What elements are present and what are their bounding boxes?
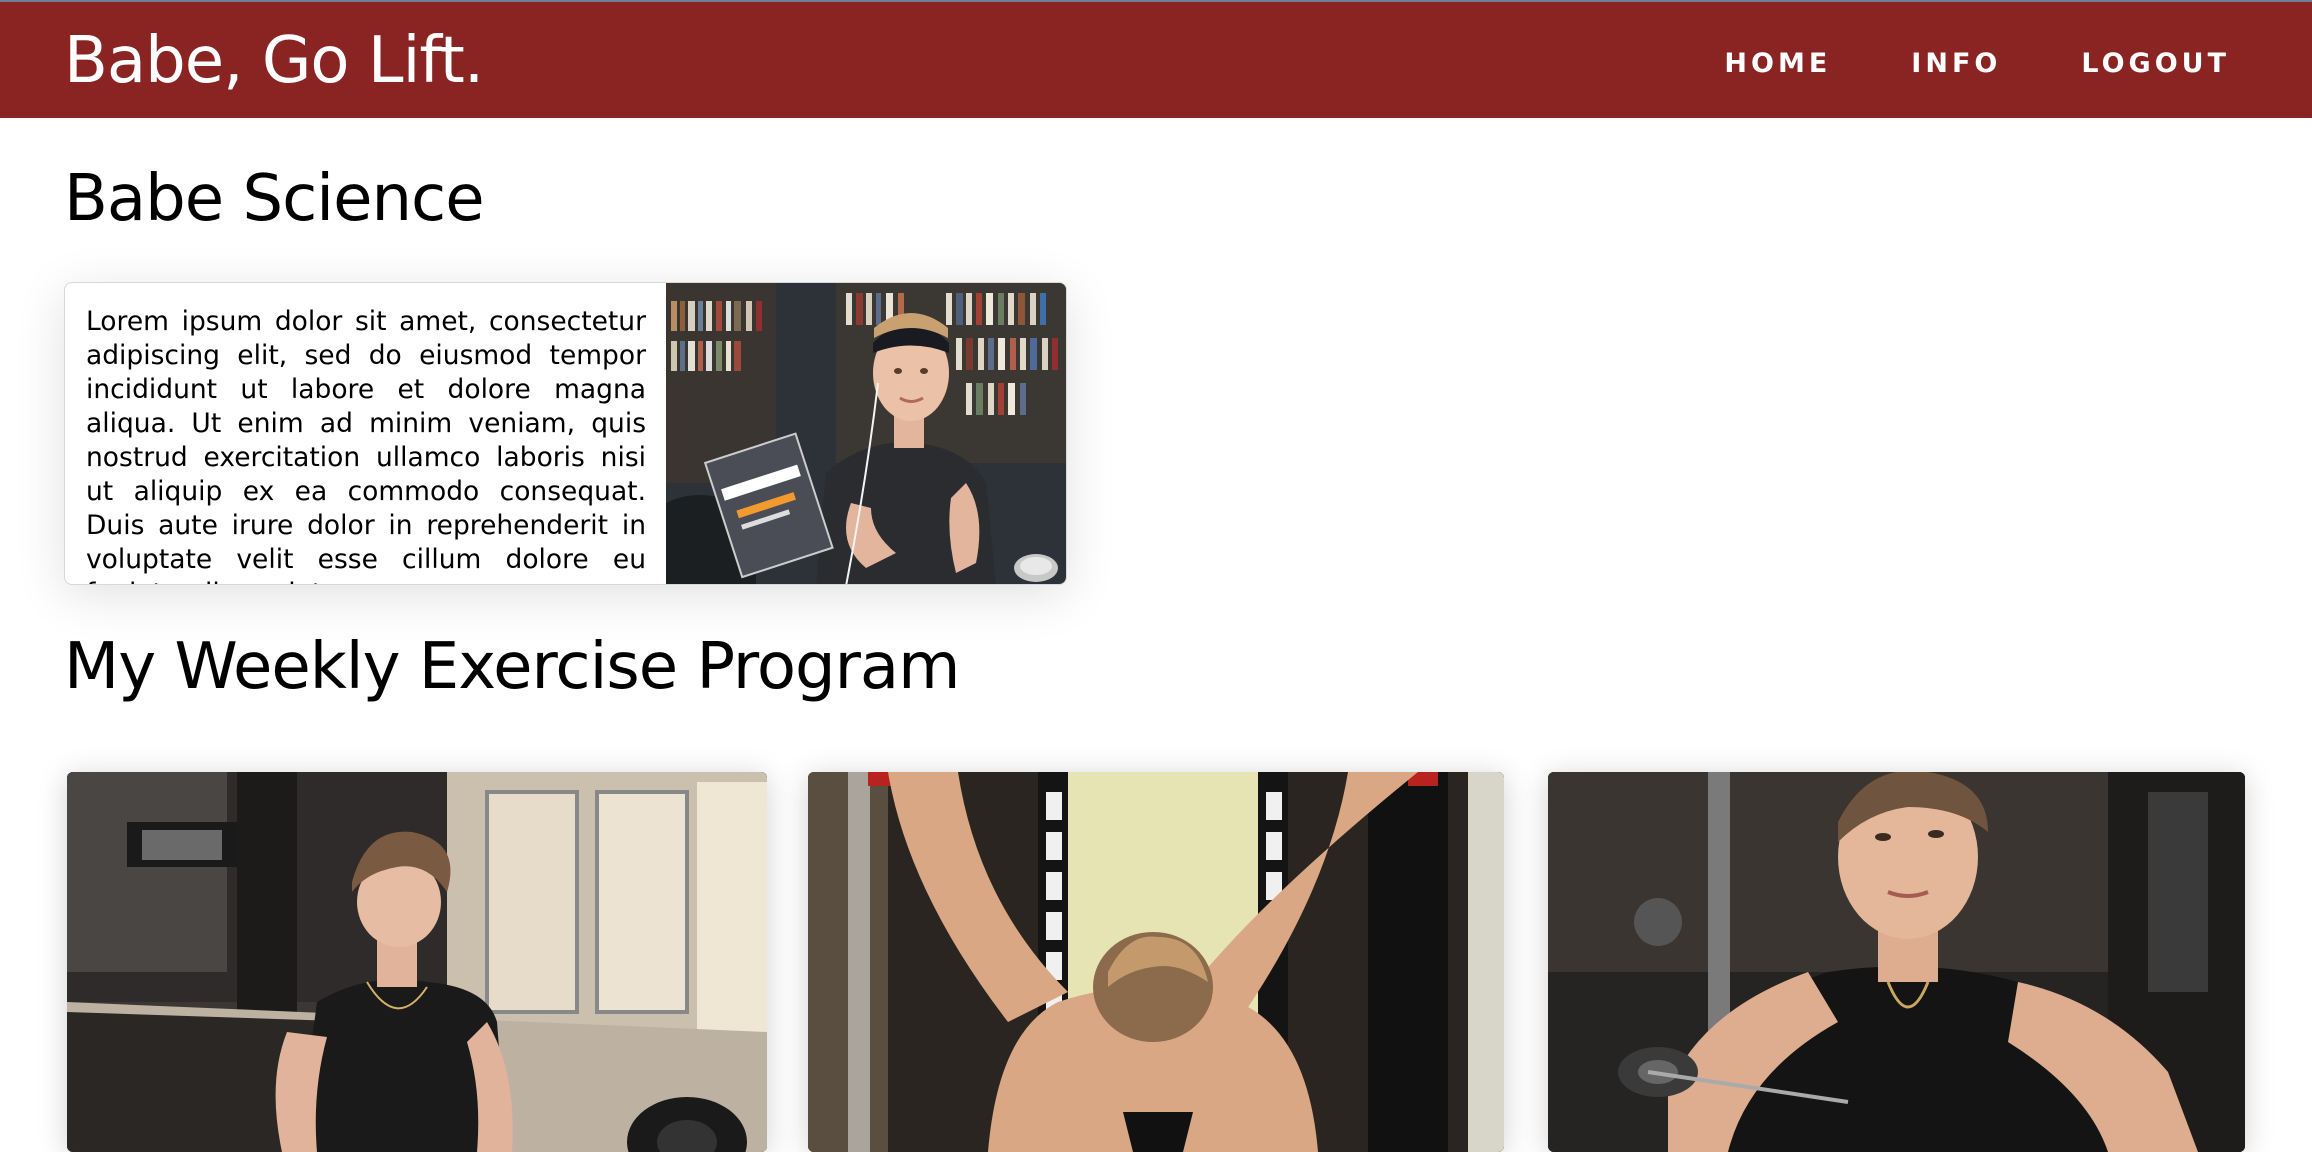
exercise-card-pulldown[interactable] (808, 772, 1504, 1152)
science-body-text: Lorem ipsum dolor sit amet, consectetur … (86, 306, 646, 584)
top-navbar: Babe, Go Lift. HOME INFO LOGOUT (0, 0, 2312, 118)
brand-logo-text[interactable]: Babe, Go Lift. (64, 24, 484, 98)
deadlift-photo (67, 772, 767, 1152)
nav-home-link[interactable]: HOME (1724, 48, 1831, 80)
exercise-card-deadlift[interactable] (67, 772, 767, 1152)
nav-links: HOME INFO LOGOUT (1644, 48, 2230, 80)
nav-info-link[interactable]: INFO (1911, 48, 2001, 80)
pulldown-photo (808, 772, 1504, 1152)
woman-reading-book-photo (666, 283, 1066, 584)
babe-science-card: Lorem ipsum dolor sit amet, consectetur … (64, 282, 1067, 585)
cable-press-photo (1548, 772, 2245, 1152)
exercise-card-cable-press[interactable] (1548, 772, 2245, 1152)
weekly-program-heading: My Weekly Exercise Program (64, 630, 960, 704)
babe-science-heading: Babe Science (64, 162, 485, 236)
nav-logout-link[interactable]: LOGOUT (2081, 48, 2230, 80)
